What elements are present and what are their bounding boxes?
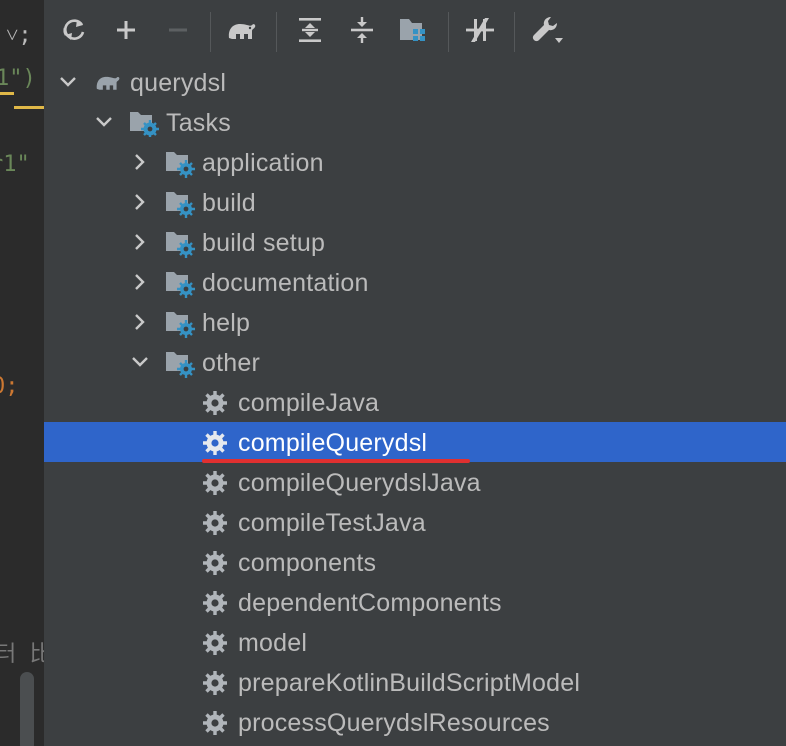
- tree-node-label: processQuerydslResources: [238, 709, 550, 737]
- folder-gear-icon: [166, 352, 195, 378]
- tree-task-compileJava[interactable]: compileJava: [44, 382, 786, 422]
- toolbar-separator: [514, 12, 515, 52]
- chevron-down-icon[interactable]: [58, 72, 78, 92]
- tree-node-label: compileQuerydsl: [238, 429, 428, 457]
- tree-node-group-build[interactable]: build: [44, 182, 786, 222]
- editor-code-fragment: 1"): [0, 66, 36, 91]
- tree-node-label: compileJava: [238, 389, 380, 417]
- gear-icon: [203, 671, 227, 695]
- tree-task-compileTestJava[interactable]: compileTestJava: [44, 502, 786, 542]
- tree-task-model[interactable]: model: [44, 622, 786, 662]
- tree-node-label: Tasks: [166, 109, 231, 137]
- editor-code-fragment: 터 比: [0, 642, 44, 667]
- folder-gear-icon: [166, 192, 195, 218]
- group-modules-icon[interactable]: [396, 12, 432, 48]
- annotation-underline: [202, 459, 470, 463]
- gear-icon: [203, 431, 227, 455]
- tree-node-group-help[interactable]: help: [44, 302, 786, 342]
- tree-task-dependentComponents[interactable]: dependentComponents: [44, 582, 786, 622]
- tree-node-label: documentation: [202, 269, 369, 297]
- tree-node-label: prepareKotlinBuildScriptModel: [238, 669, 581, 697]
- tree-node-label: application: [202, 149, 324, 177]
- collapse-all-icon[interactable]: [344, 12, 380, 48]
- tree-node-label: compileTestJava: [238, 509, 426, 537]
- chevron-right-icon[interactable]: [130, 272, 150, 292]
- tree-task-compileQuerydsl[interactable]: compileQuerydsl: [44, 422, 786, 462]
- editor-gutter-strip: ˅; 1") r1" 0; 터 比: [0, 0, 44, 746]
- tree-node-label: compileQuerydslJava: [238, 469, 481, 497]
- chevron-right-icon[interactable]: [130, 312, 150, 332]
- tree-task-prepareKotlinBuildScriptModel[interactable]: prepareKotlinBuildScriptModel: [44, 662, 786, 702]
- folder-gear-icon: [166, 232, 195, 258]
- tree-node-label: dependentComponents: [238, 589, 502, 617]
- gradle-task-tree: querydsl Tasks application build build s…: [44, 62, 786, 746]
- editor-highlight-underline: [14, 106, 44, 109]
- folder-gear-icon: [166, 272, 195, 298]
- editor-code-fragment: r1": [0, 152, 30, 177]
- editor-code-fragment: 0;: [0, 374, 19, 399]
- expand-all-icon[interactable]: [292, 12, 328, 48]
- editor-highlight-underline: [0, 92, 14, 95]
- tree-node-label: querydsl: [130, 69, 227, 97]
- tree-node-querydsl[interactable]: querydsl: [44, 62, 786, 102]
- chevron-right-icon[interactable]: [130, 192, 150, 212]
- toolbar-separator: [276, 12, 277, 52]
- gear-icon: [203, 711, 227, 735]
- gradle-elephant-icon[interactable]: [224, 12, 260, 48]
- tree-node-label: other: [202, 349, 260, 377]
- folder-gear-icon: [166, 152, 195, 178]
- tree-node-label: help: [202, 309, 251, 337]
- tree-node-group-other[interactable]: other: [44, 342, 786, 382]
- tree-node-label: build setup: [202, 229, 326, 257]
- tree-node-tasks[interactable]: Tasks: [44, 102, 786, 142]
- tree-task-processQuerydslResources[interactable]: processQuerydslResources: [44, 702, 786, 742]
- toolbar-separator: [210, 12, 211, 52]
- tree-node-label: components: [238, 549, 377, 577]
- toggle-offline-icon[interactable]: [462, 12, 498, 48]
- gear-icon: [203, 631, 227, 655]
- tree-node-group-documentation[interactable]: documentation: [44, 262, 786, 302]
- tree-node-label: model: [238, 629, 308, 657]
- editor-code-fragment: ˅;: [6, 23, 32, 48]
- chevron-down-icon[interactable]: [94, 112, 114, 132]
- gradle-toolbar: [44, 0, 786, 62]
- editor-scrollbar[interactable]: [20, 672, 34, 746]
- tree-task-components[interactable]: components: [44, 542, 786, 582]
- folder-gear-icon: [130, 112, 159, 137]
- refresh-icon[interactable]: [56, 12, 92, 48]
- settings-wrench-icon[interactable]: [530, 12, 566, 48]
- tree-node-group-application[interactable]: application: [44, 142, 786, 182]
- chevron-right-icon[interactable]: [130, 152, 150, 172]
- tree-task-compileQuerydslJava[interactable]: compileQuerydslJava: [44, 462, 786, 502]
- tree-node-group-build-setup[interactable]: build setup: [44, 222, 786, 262]
- chevron-down-icon[interactable]: [130, 352, 150, 372]
- gear-icon: [203, 551, 227, 575]
- add-icon[interactable]: [108, 12, 144, 48]
- gear-icon: [203, 391, 227, 415]
- gear-icon: [203, 591, 227, 615]
- remove-icon[interactable]: [160, 12, 196, 48]
- chevron-right-icon[interactable]: [130, 232, 150, 252]
- gear-icon: [203, 471, 227, 495]
- gradle-elephant-icon: [96, 76, 120, 90]
- folder-gear-icon: [166, 312, 195, 338]
- toolbar-separator: [448, 12, 449, 52]
- tree-node-label: build: [202, 189, 256, 217]
- gear-icon: [203, 511, 227, 535]
